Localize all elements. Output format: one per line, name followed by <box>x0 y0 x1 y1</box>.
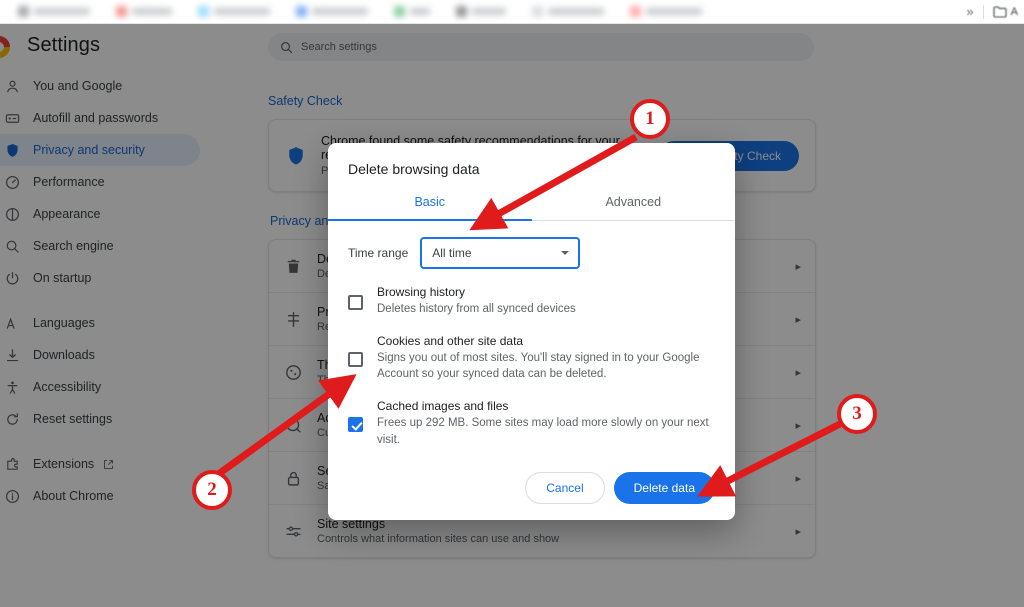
folder-icon <box>993 5 1007 18</box>
bookmark-items[interactable] <box>0 6 702 17</box>
dialog-footer: Cancel Delete data <box>328 460 735 520</box>
bookmark-item[interactable] <box>394 6 430 17</box>
option-title: Cookies and other site data <box>377 333 524 348</box>
bookmark-label <box>312 8 368 15</box>
favicon <box>116 6 127 17</box>
option-title: Browsing history <box>377 285 466 299</box>
bookmark-item[interactable] <box>198 6 270 17</box>
cancel-button[interactable]: Cancel <box>525 472 605 504</box>
bookmark-item[interactable] <box>296 6 368 17</box>
bookmark-label <box>548 8 604 15</box>
bookmark-label <box>646 8 702 15</box>
bookmark-item[interactable] <box>116 6 172 17</box>
favicon <box>198 6 209 17</box>
dialog-body: Time range All time Browsing history Del… <box>328 221 735 460</box>
bookmark-label <box>34 8 90 15</box>
bookmark-item[interactable] <box>532 6 604 17</box>
bookmark-item[interactable] <box>18 6 90 17</box>
option-title: Cached images and files <box>377 399 509 414</box>
step-badge-3: 3 <box>837 394 877 434</box>
tab-active-indicator <box>328 219 532 221</box>
bookmark-label <box>214 8 270 15</box>
dialog-tabs[interactable]: Basic Advanced <box>328 189 735 221</box>
time-range-label: Time range <box>348 246 409 260</box>
cookies-checkbox[interactable] <box>348 351 363 367</box>
tab-advanced[interactable]: Advanced <box>532 189 736 221</box>
divider <box>982 4 984 19</box>
bookmark-item[interactable] <box>630 6 702 17</box>
bookmark-label <box>410 8 430 15</box>
option-description: Signs you out of most sites. You'll stay… <box>377 351 700 381</box>
favicon <box>630 6 641 17</box>
option-cookies[interactable]: Cookies and other site data Signs you ou… <box>348 334 715 383</box>
bookmark-label <box>472 8 506 15</box>
time-range-value: All time <box>432 246 472 260</box>
favicon <box>456 6 467 17</box>
time-range-select[interactable]: All time <box>420 237 581 269</box>
delete-browsing-data-dialog: Delete browsing data Basic Advanced Time… <box>328 143 735 520</box>
option-description: Frees up 292 MB. Some sites may load mor… <box>377 417 709 446</box>
tab-basic[interactable]: Basic <box>328 189 532 221</box>
delete-data-button[interactable]: Delete data <box>613 472 715 504</box>
step-badge-2: 2 <box>192 470 232 510</box>
all-bookmarks-label: A <box>1010 5 1018 18</box>
bookmark-label <box>132 8 172 15</box>
step-badge-1: 1 <box>630 99 670 139</box>
chevron-down-icon <box>561 251 570 255</box>
option-cached-images[interactable]: Cached images and files Frees up 292 MB.… <box>348 399 715 448</box>
bookmark-bar[interactable]: » A <box>0 0 1024 24</box>
option-description: Deletes history from all synced devices <box>377 303 576 315</box>
cached-images-checkbox[interactable] <box>348 417 363 433</box>
dialog-title: Delete browsing data <box>348 161 480 177</box>
browsing-history-checkbox[interactable] <box>348 294 363 310</box>
bookmark-item[interactable] <box>456 6 506 17</box>
option-browsing-history[interactable]: Browsing history Deletes history from al… <box>348 285 715 318</box>
all-bookmarks-folder[interactable]: A <box>993 6 1018 18</box>
favicon <box>394 6 405 17</box>
favicon <box>18 6 29 17</box>
bookmark-overflow-icon[interactable]: » <box>966 4 973 19</box>
favicon <box>296 6 307 17</box>
time-range-row: Time range All time <box>348 237 715 269</box>
favicon <box>532 6 543 17</box>
